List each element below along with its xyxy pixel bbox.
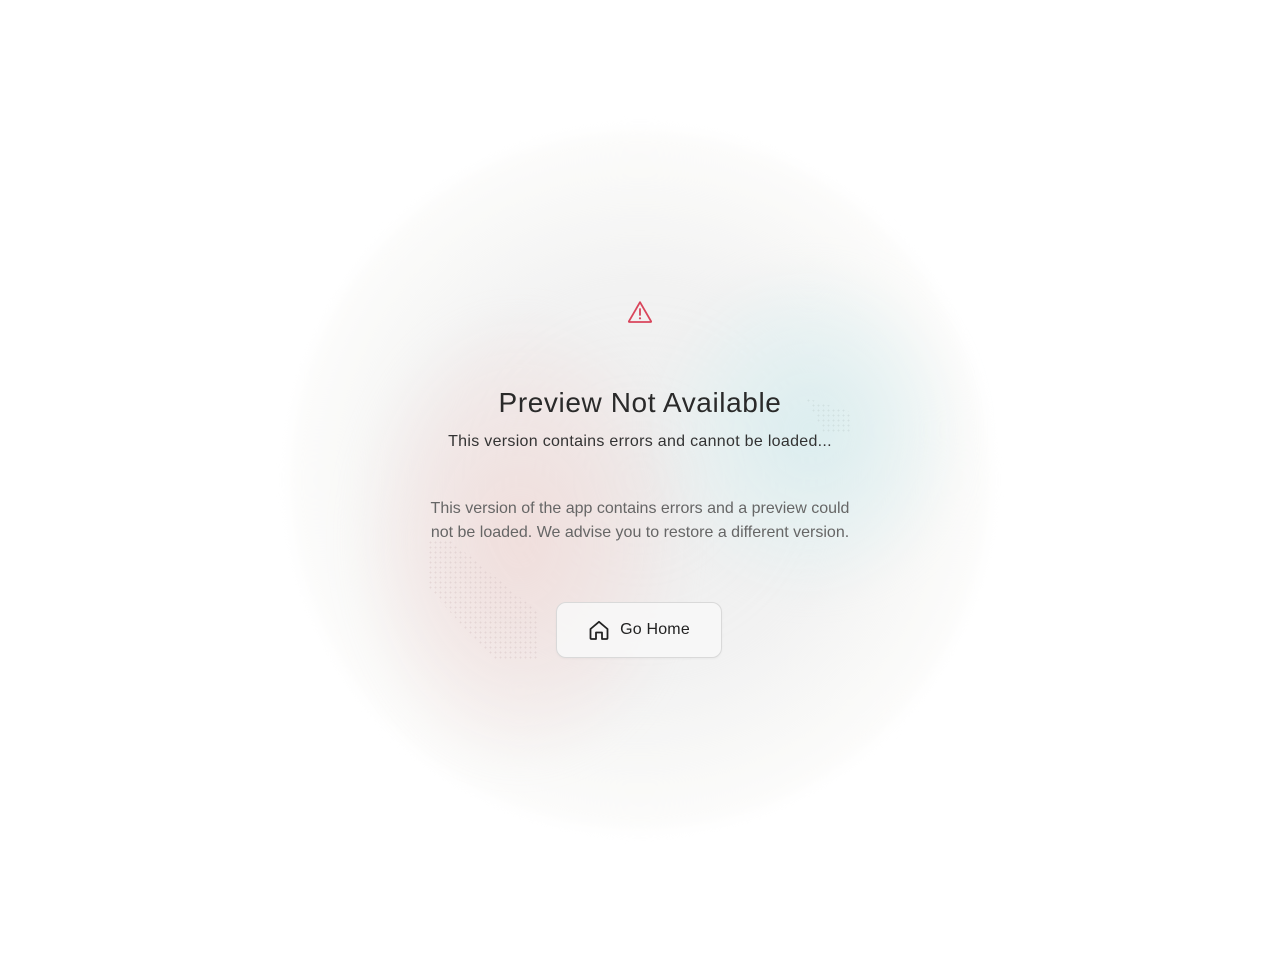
error-page: Preview Not Available This version conta… (0, 0, 1280, 960)
page-subtitle: This version contains errors and cannot … (448, 433, 832, 450)
go-home-label: Go Home (620, 621, 690, 638)
go-home-button[interactable]: Go Home (556, 602, 722, 658)
home-icon (588, 619, 610, 641)
error-content: Preview Not Available This version conta… (0, 0, 1280, 960)
warning-triangle-icon (627, 300, 653, 324)
page-title: Preview Not Available (498, 387, 782, 418)
error-description: This version of the app contains errors … (430, 500, 850, 541)
